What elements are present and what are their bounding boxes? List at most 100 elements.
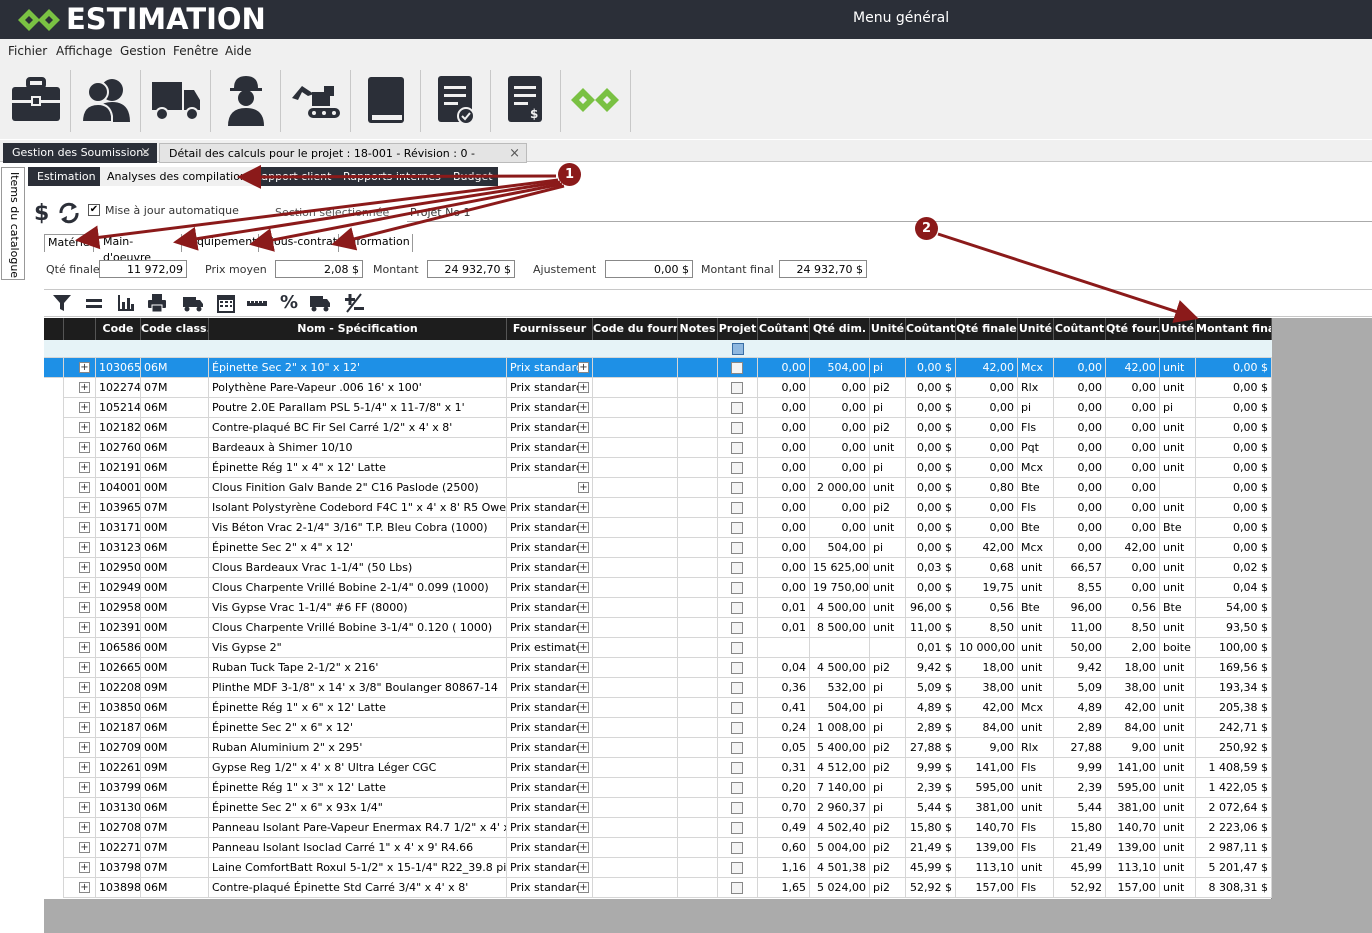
column-header-qte-four[interactable]: Qté four. bbox=[1106, 318, 1160, 340]
table-row[interactable]: +102950 00M Clous Bardeaux Vrac 1-1/4" (50… bbox=[44, 558, 1272, 578]
cell-notes[interactable] bbox=[678, 798, 718, 818]
cell-projet[interactable] bbox=[718, 558, 758, 578]
cell-unite[interactable]: pi bbox=[870, 718, 906, 738]
cell-coutant-unitaire[interactable]: 52,92 $ bbox=[906, 878, 956, 898]
table-row[interactable]: +102274 07M Polythène Pare-Vapeur .006 16'… bbox=[44, 378, 1272, 398]
cell-unite-finale[interactable]: Fls bbox=[1018, 838, 1054, 858]
cell-coutant-fourn[interactable]: 8,55 bbox=[1054, 578, 1106, 598]
cell-montant-final[interactable]: 0,00 $ bbox=[1196, 358, 1272, 378]
cell-code[interactable]: 103965 bbox=[96, 498, 141, 518]
cell-coutant[interactable]: 0,00 bbox=[758, 478, 810, 498]
cell-unite-four[interactable]: Bte bbox=[1160, 598, 1196, 618]
project-checkbox[interactable] bbox=[731, 682, 743, 694]
row-indicator[interactable] bbox=[44, 358, 64, 378]
cell-notes[interactable] bbox=[678, 738, 718, 758]
cell-coutant-fourn[interactable]: 0,00 bbox=[1054, 358, 1106, 378]
cell-code-fournisseur[interactable] bbox=[593, 558, 678, 578]
cell-unite[interactable]: unit bbox=[870, 438, 906, 458]
cell-code[interactable]: 102182 bbox=[96, 418, 141, 438]
cell-coutant[interactable]: 0,00 bbox=[758, 378, 810, 398]
cell-montant-final[interactable]: 0,04 $ bbox=[1196, 578, 1272, 598]
project-checkbox[interactable] bbox=[731, 842, 743, 854]
refresh-icon[interactable] bbox=[57, 201, 81, 225]
cell-qte-four[interactable]: 0,00 bbox=[1106, 418, 1160, 438]
cell-coutant-unitaire[interactable]: 0,00 $ bbox=[906, 518, 956, 538]
cell-coutant-unitaire[interactable]: 2,39 $ bbox=[906, 778, 956, 798]
cell-coutant[interactable]: 0,00 bbox=[758, 438, 810, 458]
cell-notes[interactable] bbox=[678, 818, 718, 838]
cell-coutant[interactable]: 0,00 bbox=[758, 398, 810, 418]
cell-qte-finale[interactable]: 0,00 bbox=[956, 418, 1018, 438]
cell-notes[interactable] bbox=[678, 518, 718, 538]
cell-code-class[interactable]: 07M bbox=[141, 818, 209, 838]
cell-notes[interactable] bbox=[678, 478, 718, 498]
column-header-montant-final[interactable]: Montant final bbox=[1196, 318, 1272, 340]
cell-coutant-unitaire[interactable]: 0,00 $ bbox=[906, 378, 956, 398]
cell-unite[interactable]: pi2 bbox=[870, 378, 906, 398]
cell-code-fournisseur[interactable] bbox=[593, 578, 678, 598]
cell-qte-finale[interactable]: 0,00 bbox=[956, 458, 1018, 478]
plus-minus-icon[interactable] bbox=[343, 292, 365, 314]
cell-fournisseur[interactable]: Prix standard + bbox=[507, 838, 593, 858]
cell-coutant[interactable]: 0,00 bbox=[758, 358, 810, 378]
cell-fournisseur[interactable]: Prix standard + bbox=[507, 678, 593, 698]
close-icon[interactable]: × bbox=[509, 144, 520, 163]
row-indicator[interactable] bbox=[44, 818, 64, 838]
expand-icon[interactable]: + bbox=[79, 502, 90, 513]
cell-coutant[interactable]: 1,16 bbox=[758, 858, 810, 878]
approved-document-icon[interactable] bbox=[424, 68, 488, 132]
section-select[interactable]: Projet No 1 bbox=[407, 206, 1372, 222]
cell-qte-finale[interactable]: 0,00 bbox=[956, 378, 1018, 398]
cell-unite-finale[interactable]: Mcx bbox=[1018, 458, 1054, 478]
menu-aide[interactable]: Aide bbox=[225, 44, 252, 58]
cell-qte-dim[interactable]: 0,00 bbox=[810, 398, 870, 418]
column-header-code-class[interactable]: Code class. bbox=[141, 318, 209, 340]
cell-qte-dim[interactable]: 4 500,00 bbox=[810, 598, 870, 618]
cell-code-fournisseur[interactable] bbox=[593, 418, 678, 438]
cell-fournisseur[interactable]: Prix standard + bbox=[507, 398, 593, 418]
tab-analyses-compilations[interactable]: Analyses des compilations bbox=[100, 167, 260, 186]
table-row[interactable]: +103171 00M Vis Béton Vrac 2-1/4" 3/16" T.… bbox=[44, 518, 1272, 538]
cell-projet[interactable] bbox=[718, 458, 758, 478]
project-checkbox[interactable] bbox=[731, 762, 743, 774]
cell-coutant-unitaire[interactable]: 21,49 $ bbox=[906, 838, 956, 858]
cell-montant-final[interactable]: 2 072,64 $ bbox=[1196, 798, 1272, 818]
cell-unite[interactable]: unit bbox=[870, 518, 906, 538]
cell-coutant-unitaire[interactable]: 9,99 $ bbox=[906, 758, 956, 778]
cell-code-class[interactable]: 06M bbox=[141, 798, 209, 818]
cell-unite-four[interactable] bbox=[1160, 478, 1196, 498]
row-indicator[interactable] bbox=[44, 798, 64, 818]
cell-coutant-fourn[interactable]: 50,00 bbox=[1054, 638, 1106, 658]
cell-montant-final[interactable]: 242,71 $ bbox=[1196, 718, 1272, 738]
cell-qte-dim[interactable]: 5 004,00 bbox=[810, 838, 870, 858]
cell-projet[interactable] bbox=[718, 838, 758, 858]
cell-notes[interactable] bbox=[678, 578, 718, 598]
cell-qte-four[interactable]: 140,70 bbox=[1106, 818, 1160, 838]
cell-unite[interactable]: unit bbox=[870, 478, 906, 498]
expand-icon[interactable]: + bbox=[79, 722, 90, 733]
expand-icon[interactable]: + bbox=[79, 742, 90, 753]
cell-code-fournisseur[interactable] bbox=[593, 818, 678, 838]
cell-qte-dim[interactable]: 0,00 bbox=[810, 418, 870, 438]
cell-qte-dim[interactable]: 4 501,38 bbox=[810, 858, 870, 878]
cell-unite[interactable]: pi bbox=[870, 398, 906, 418]
cell-coutant-fourn[interactable]: 96,00 bbox=[1054, 598, 1106, 618]
clients-icon[interactable] bbox=[74, 68, 138, 132]
cell-unite-finale[interactable]: Rlx bbox=[1018, 378, 1054, 398]
table-row[interactable]: +102958 00M Vis Gypse Vrac 1-1/4" #6 FF (8… bbox=[44, 598, 1272, 618]
supplier-dropdown-icon[interactable]: + bbox=[578, 882, 589, 893]
cell-notes[interactable] bbox=[678, 618, 718, 638]
cell-montant-final[interactable]: 169,56 $ bbox=[1196, 658, 1272, 678]
cell-montant-final[interactable]: 0,00 $ bbox=[1196, 518, 1272, 538]
cell-qte-dim[interactable]: 8 500,00 bbox=[810, 618, 870, 638]
cell-notes[interactable] bbox=[678, 658, 718, 678]
table-row[interactable]: +102208 09M Plinthe MDF 3-1/8" x 14' x 3/8… bbox=[44, 678, 1272, 698]
cell-qte-four[interactable]: 38,00 bbox=[1106, 678, 1160, 698]
cell-unite-finale[interactable]: Mcx bbox=[1018, 538, 1054, 558]
cell-nom-specification[interactable]: Épinette Rég 1" x 4" x 12' Latte bbox=[209, 458, 507, 478]
cell-unite-finale[interactable]: unit bbox=[1018, 558, 1054, 578]
cell-projet[interactable] bbox=[718, 618, 758, 638]
cell-notes[interactable] bbox=[678, 838, 718, 858]
cell-coutant-fourn[interactable]: 0,00 bbox=[1054, 538, 1106, 558]
cell-qte-finale[interactable]: 0,00 bbox=[956, 518, 1018, 538]
